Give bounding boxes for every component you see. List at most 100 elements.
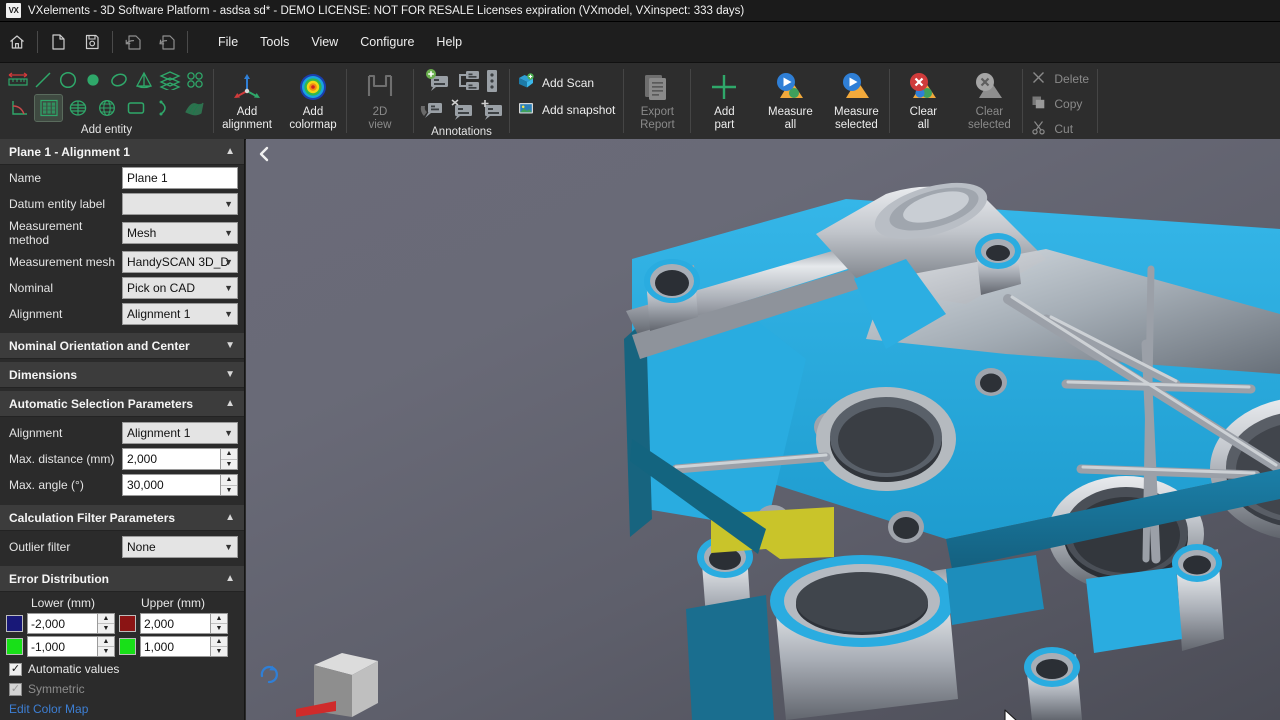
measurement-mesh-select[interactable]: HandySCAN 3D_D ▼ — [122, 251, 238, 273]
new-annotation-icon[interactable] — [478, 99, 505, 124]
clear-selected-button[interactable]: Clear selected — [956, 63, 1022, 139]
slot-icon[interactable] — [107, 67, 130, 93]
spin-down-icon[interactable]: ▼ — [98, 647, 114, 656]
color-swatch-upper-2[interactable] — [119, 638, 136, 655]
circle-icon[interactable] — [57, 67, 80, 93]
color-swatch-upper-1[interactable] — [119, 615, 136, 632]
automatic-values-checkbox[interactable]: ✓ — [9, 663, 22, 676]
section-header-dimensions[interactable]: Dimensions ▼ — [0, 362, 244, 388]
table-icon[interactable] — [64, 95, 91, 121]
grid-section-icon[interactable] — [35, 95, 62, 121]
cut-button[interactable]: Cut — [1031, 120, 1089, 138]
3d-model-render[interactable] — [246, 139, 1280, 720]
spin-up-icon[interactable]: ▲ — [98, 637, 114, 647]
upper-limit-spinner-2[interactable]: ▲ ▼ — [210, 637, 227, 656]
clear-selected-label-1: Clear — [976, 106, 1003, 118]
lower-limit-input-2[interactable]: -1,000 ▲ ▼ — [27, 636, 115, 657]
cone-icon[interactable] — [132, 67, 155, 93]
add-snapshot-button[interactable]: Add snapshot — [518, 100, 615, 119]
layers-icon[interactable] — [158, 67, 182, 93]
angle-icon[interactable] — [6, 95, 33, 121]
redo-icon[interactable] — [150, 25, 184, 59]
move-annotation-icon[interactable] — [418, 99, 445, 124]
spin-up-icon[interactable]: ▲ — [211, 614, 227, 624]
spin-down-icon[interactable]: ▼ — [98, 624, 114, 633]
menu-tools[interactable]: Tools — [249, 30, 300, 54]
new-file-icon[interactable] — [41, 25, 75, 59]
2d-view-button[interactable]: 2D view — [347, 63, 413, 139]
symmetric-checkbox[interactable]: ✓ — [9, 683, 22, 696]
max-distance-spinner[interactable]: ▲ ▼ — [220, 449, 237, 469]
section-header-auto-selection[interactable]: Automatic Selection Parameters ▲ — [0, 391, 244, 417]
alignment-select[interactable]: Alignment 1 ▼ — [122, 303, 238, 325]
add-alignment-button[interactable]: Add alignment — [214, 63, 280, 139]
measure-selected-button[interactable]: Measure selected — [823, 63, 889, 139]
max-angle-input[interactable]: 30,000 ▲ ▼ — [122, 474, 238, 496]
max-angle-spinner[interactable]: ▲ ▼ — [220, 475, 237, 495]
copy-button[interactable]: Copy — [1031, 95, 1089, 113]
auto-alignment-select[interactable]: Alignment 1 ▼ — [122, 422, 238, 444]
point-icon[interactable] — [82, 67, 105, 93]
nominal-select[interactable]: Pick on CAD ▼ — [122, 277, 238, 299]
upper-limit-spinner-1[interactable]: ▲ ▼ — [210, 614, 227, 633]
upper-limit-value-2: 1,000 — [144, 640, 174, 654]
spin-down-icon[interactable]: ▼ — [221, 486, 237, 496]
add-scan-button[interactable]: Add Scan — [518, 73, 615, 92]
upper-limit-input-1[interactable]: 2,000 ▲ ▼ — [140, 613, 228, 634]
undo-icon[interactable] — [116, 25, 150, 59]
rotate-view-control[interactable] — [258, 663, 280, 688]
collapse-panel-button[interactable] — [255, 145, 273, 163]
spin-down-icon[interactable]: ▼ — [221, 460, 237, 470]
name-input[interactable]: Plane 1 — [122, 167, 238, 189]
spin-down-icon[interactable]: ▼ — [211, 624, 227, 633]
section-header-calculation-filter[interactable]: Calculation Filter Parameters ▲ — [0, 505, 244, 531]
spin-down-icon[interactable]: ▼ — [211, 647, 227, 656]
clear-all-button[interactable]: Clear all — [890, 63, 956, 139]
section-header-nominal-orientation[interactable]: Nominal Orientation and Center ▼ — [0, 333, 244, 359]
menu-file[interactable]: File — [207, 30, 249, 54]
outlier-filter-select[interactable]: None ▼ — [122, 536, 238, 558]
rectangle-icon[interactable] — [122, 95, 149, 121]
measure-all-button[interactable]: Measure all — [757, 63, 823, 139]
pattern-icon[interactable] — [184, 67, 207, 93]
menu-view[interactable]: View — [300, 30, 349, 54]
color-swatch-lower-1[interactable] — [6, 615, 23, 632]
column-header-lower: Lower (mm) — [9, 596, 117, 610]
annotation-list-icon[interactable] — [484, 68, 500, 97]
section-title-plane: Plane 1 - Alignment 1 — [9, 145, 130, 159]
3d-viewport[interactable] — [246, 139, 1280, 720]
lower-limit-spinner-1[interactable]: ▲ ▼ — [97, 614, 114, 633]
menu-help[interactable]: Help — [425, 30, 473, 54]
sphere-icon[interactable] — [93, 95, 120, 121]
link-annotation-icon[interactable] — [454, 68, 481, 97]
spin-up-icon[interactable]: ▲ — [221, 475, 237, 486]
spin-up-icon[interactable]: ▲ — [98, 614, 114, 624]
section-header-error-distribution[interactable]: Error Distribution ▲ — [0, 566, 244, 592]
lower-limit-spinner-2[interactable]: ▲ ▼ — [97, 637, 114, 656]
spin-up-icon[interactable]: ▲ — [221, 449, 237, 460]
color-swatch-lower-2[interactable] — [6, 638, 23, 655]
edit-color-map-link[interactable]: Edit Color Map — [9, 702, 88, 716]
line-icon[interactable] — [31, 67, 54, 93]
spin-up-icon[interactable]: ▲ — [211, 637, 227, 647]
arc-icon[interactable] — [151, 95, 178, 121]
add-colormap-button[interactable]: Add colormap — [280, 63, 346, 139]
save-icon[interactable] — [75, 25, 109, 59]
lower-limit-input-1[interactable]: -2,000 ▲ ▼ — [27, 613, 115, 634]
section-title-error-distribution: Error Distribution — [9, 572, 109, 586]
export-report-button[interactable]: Export Report — [624, 63, 690, 139]
measurement-method-select[interactable]: Mesh ▼ — [122, 222, 238, 244]
add-part-button[interactable]: Add part — [691, 63, 757, 139]
section-header-plane[interactable]: Plane 1 - Alignment 1 ▲ — [0, 139, 244, 165]
home-icon[interactable] — [0, 25, 34, 59]
delete-annotation-icon[interactable] — [448, 99, 475, 124]
delete-button[interactable]: Delete — [1031, 70, 1089, 88]
menu-configure[interactable]: Configure — [349, 30, 425, 54]
datum-entity-label-select[interactable]: ▼ — [122, 193, 238, 215]
upper-limit-input-2[interactable]: 1,000 ▲ ▼ — [140, 636, 228, 657]
distance-icon[interactable] — [6, 67, 29, 93]
add-annotation-icon[interactable] — [424, 68, 451, 97]
view-cube[interactable] — [296, 639, 406, 720]
max-distance-input[interactable]: 2,000 ▲ ▼ — [122, 448, 238, 470]
surface-icon[interactable] — [180, 95, 207, 121]
